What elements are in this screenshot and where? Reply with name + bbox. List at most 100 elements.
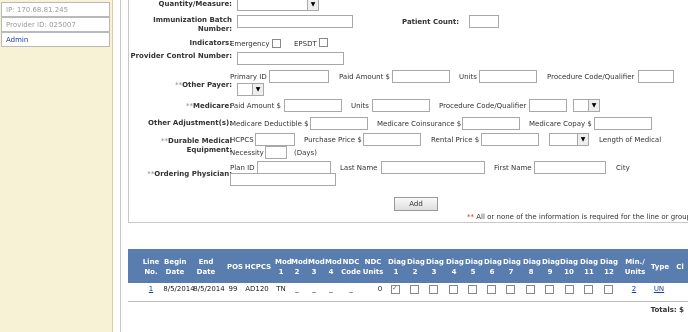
totals-row: Totals: $ [128,301,688,321]
last-name-input[interactable] [381,161,485,174]
immunization-input[interactable] [237,15,353,28]
totals-label: Totals: $ [650,306,684,314]
units-input[interactable] [479,70,537,83]
hcpcs-label: HCPCS [230,136,254,144]
necessity-input[interactable] [265,146,287,159]
primary-id-input[interactable] [269,70,329,83]
last-name-label: Last Name [340,164,378,172]
diag11-checkbox[interactable] [584,285,593,294]
add-button[interactable]: Add [394,197,438,211]
patient-count-input[interactable] [469,15,499,28]
provider-id: Provider ID: 025007 [1,17,110,32]
paid-amount-label: Paid Amount $ [339,73,390,81]
col-diag9: Diag 9 [542,258,560,276]
col-cl: Cl [676,263,684,271]
diag4-checkbox[interactable] [449,285,458,294]
other-payer-label: **Other Payer: [175,81,232,89]
diag5-checkbox[interactable] [468,285,477,294]
length-medical-label: Length of Medical [599,136,662,144]
col-mod1: Mod 1 [275,258,292,276]
provider-control-input[interactable] [237,52,344,65]
dme-label: **Durable Medical Equipment: [161,137,232,154]
diag7-checkbox[interactable] [506,285,515,294]
indicators-label: Indicators: [189,39,232,47]
quantity-select[interactable]: ▼ [237,0,319,11]
col-diag3: Diag 3 [426,258,444,276]
epsdt-checkbox[interactable] [319,38,328,47]
rental-price-input[interactable] [481,133,539,146]
col-ndc-units: NDC Units [362,258,384,276]
col-diag7: Diag 7 [503,258,521,276]
other-payer-label-text: Other Payer: [182,81,232,89]
medicare-copay-input[interactable] [594,117,652,130]
col-diag2: Diag 2 [407,258,425,276]
emergency-checkbox[interactable] [272,39,281,48]
dme-label-text: Durable Medical Equipment: [168,137,232,154]
diag9-checkbox[interactable] [545,285,554,294]
col-pos: POS [226,263,244,271]
col-diag4: Diag 4 [446,258,464,276]
row-type[interactable]: UN [650,283,668,296]
medicare-units-input[interactable] [372,99,430,112]
col-mod2: Mod 2 [291,258,308,276]
row-min-units[interactable]: 2 [630,283,638,296]
row-mod3: _ [312,285,316,293]
col-hcpcs: HCPCS [244,263,272,271]
row-end: 8/5/2014 [193,285,225,293]
rental-price-label: Rental Price $ [431,136,480,144]
row-mod2: _ [295,285,299,293]
medicare-deductible-label: Medicare Deductible $ [230,120,309,128]
city-input[interactable] [230,173,336,186]
medicare-proc-code-label: Procedure Code/Qualifier [439,102,527,110]
first-name-input[interactable] [534,161,606,174]
col-diag8: Diag 8 [523,258,541,276]
medicare-coinsurance-input[interactable] [462,117,520,130]
units-label: Units [459,73,477,81]
primary-id-label: Primary ID [230,73,267,81]
medicare-copay-label: Medicare Copay $ [529,120,592,128]
purchase-price-input[interactable] [363,133,421,146]
col-type: Type [650,263,670,271]
medicare-deductible-input[interactable] [310,117,368,130]
plan-id-label: Plan ID [230,164,255,172]
diag6-checkbox[interactable] [487,285,496,294]
medicare-paid-label: Paid Amount $ [230,102,281,110]
chevron-down-icon: ▼ [577,134,588,145]
diag3-checkbox[interactable] [429,285,438,294]
other-adjustments-label: Other Adjustment(s): [148,119,232,127]
hcpcs-input[interactable] [255,133,295,146]
grid-header: Line No. Begin Date End Date POS HCPCS M… [128,249,688,283]
chevron-down-icon: ▼ [252,84,263,95]
row-begin: 8/5/2014 [163,285,195,293]
col-mod3: Mod 3 [308,258,325,276]
purchase-price-label: Purchase Price $ [304,136,362,144]
table-row: 1 8/5/2014 8/5/2014 99 AD120 TN _ _ _ _ … [128,283,688,296]
patient-count-label: Patient Count: [402,18,459,26]
row-ndc-code: _ [349,285,353,293]
first-name-label: First Name [494,164,532,172]
emergency-label: Emergency [230,40,270,48]
diag1-checkbox[interactable] [391,284,400,294]
col-end: End Date [196,258,216,276]
medicare-qualifier-select[interactable]: ▼ [573,99,600,112]
row-pos: 99 [228,285,238,293]
diag12-checkbox[interactable] [604,285,613,294]
medicare-proc-code-input[interactable] [529,99,567,112]
other-payer-qualifier-select[interactable]: ▼ [237,83,264,96]
ip-address: IP: 170.68.81.245 [1,2,110,17]
paid-amount-input[interactable] [392,70,450,83]
days-label: (Days) [294,149,317,157]
required-note-text: All or none of the information is requir… [476,213,688,221]
necessity-label: Necessity [230,149,264,157]
proc-code-input[interactable] [638,70,674,83]
admin-link[interactable]: Admin [1,32,110,47]
immunization-label: Immunization Batch Number: [153,16,232,33]
epsdt-label: EPSDT [294,40,317,48]
diag10-checkbox[interactable] [565,285,574,294]
row-line[interactable]: 1 [146,283,156,296]
diag2-checkbox[interactable] [410,285,419,294]
medicare-paid-input[interactable] [284,99,342,112]
diag8-checkbox[interactable] [526,285,535,294]
row-ndc-units: 0 [377,285,383,293]
rental-frequency-select[interactable]: ▼ [549,133,589,146]
